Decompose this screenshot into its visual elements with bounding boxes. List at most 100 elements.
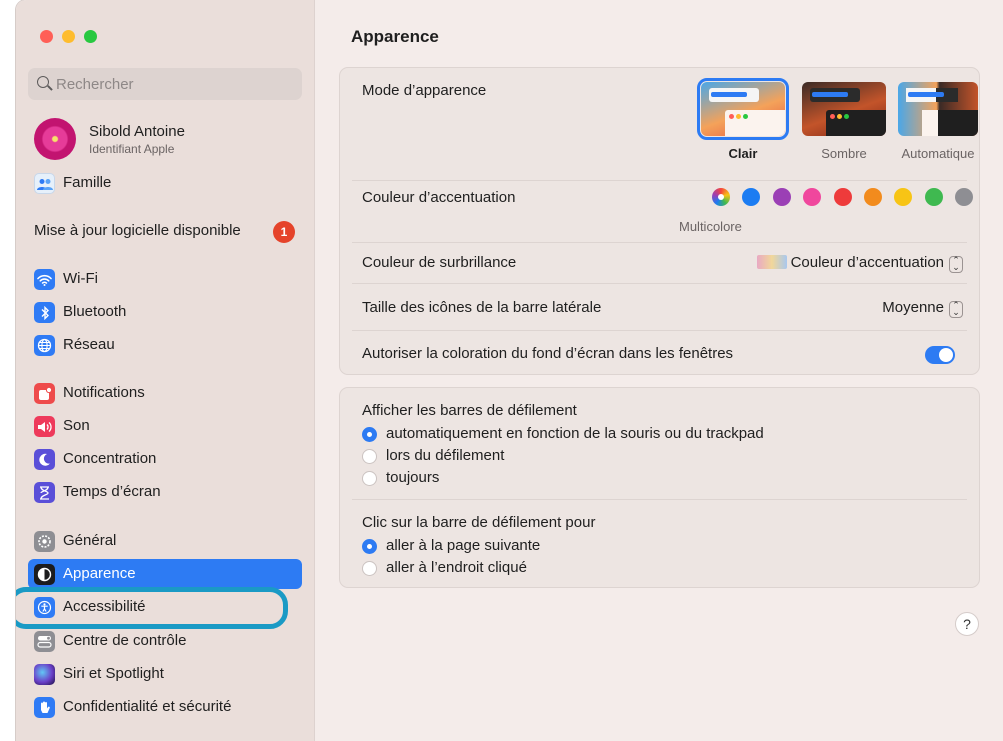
appearance-mode-label: Mode d’apparence [362, 82, 487, 99]
sidebar-item-siri-spotlight[interactable]: Siri et Spotlight [28, 659, 302, 689]
close-window-button[interactable] [40, 30, 53, 43]
network-icon [34, 335, 55, 356]
scrollbars-auto-label[interactable]: automatiquement en fonction de la souris… [386, 425, 764, 442]
sidebar-item-screen-time[interactable]: Temps d’écran [28, 477, 302, 507]
profile-subtitle: Identifiant Apple [89, 142, 175, 156]
scrollbars-when-scrolling-radio[interactable] [362, 449, 377, 464]
search-icon [37, 76, 49, 88]
sidebar-item-label: Wi-Fi [63, 270, 98, 287]
main-pane: Apparence Mode d’apparence Clair Sombre … [315, 0, 1003, 741]
scrollbars-always-label[interactable]: toujours [386, 469, 439, 486]
highlight-color-label: Couleur de surbrillance [362, 254, 517, 271]
sidebar-item-label: Son [63, 417, 90, 434]
bluetooth-icon [34, 302, 55, 323]
sidebar-icon-size-label: Taille des icônes de la barre latérale [362, 299, 602, 316]
appearance-settings-group: Mode d’apparence Clair Sombre Automatiqu… [339, 67, 980, 375]
sidebar-item-family[interactable]: Famille [28, 168, 302, 198]
siri-icon [34, 664, 55, 685]
scrollbars-when-scrolling-label[interactable]: lors du défilement [386, 447, 504, 464]
system-settings-window: Sibold Antoine Identifiant Apple Famille… [16, 0, 1003, 741]
show-scrollbars-row: Afficher les barres de défilement automa… [352, 388, 967, 500]
wifi-icon [34, 269, 55, 290]
appearance-dark-option[interactable] [802, 82, 886, 136]
accent-color-swatch[interactable] [712, 188, 730, 206]
wallpaper-tinting-label: Autoriser la coloration du fond d’écran … [362, 345, 734, 362]
scroll-click-next-page-radio[interactable] [362, 539, 377, 554]
sidebar-item-label: Bluetooth [63, 303, 127, 320]
accessibility-highlight-annotation [16, 587, 288, 629]
appearance-mode-row: Mode d’apparence Clair Sombre Automatiqu… [352, 68, 978, 181]
focus-icon [34, 449, 55, 470]
scrollbars-always-radio[interactable] [362, 471, 377, 486]
highlight-color-row: Couleur de surbrillance Couleur d’accent… [352, 243, 967, 284]
search-input[interactable] [56, 68, 296, 100]
accent-color-swatch[interactable] [742, 188, 761, 206]
wallpaper-tinting-toggle[interactable] [925, 346, 955, 364]
sidebar-item-label: Famille [63, 174, 112, 191]
sidebar-item-label: Temps d’écran [63, 483, 161, 500]
highlight-swatch [756, 255, 787, 269]
sidebar-item-label: Siri et Spotlight [63, 665, 164, 682]
sidebar-item-appearance[interactable]: Apparence [28, 559, 302, 589]
accent-color-swatch[interactable] [772, 188, 791, 206]
accent-color-swatch[interactable] [833, 188, 852, 206]
accent-color-swatch[interactable] [955, 188, 974, 206]
page-title: Apparence [351, 27, 439, 46]
accent-color-swatch[interactable] [864, 188, 882, 206]
accent-color-row: Couleur d’accentuation Multicolore [352, 181, 974, 243]
sidebar-item-general[interactable]: Général [28, 526, 302, 556]
gear-icon [34, 531, 55, 552]
search-field[interactable] [28, 68, 302, 100]
notifications-icon [34, 383, 55, 404]
sidebar-item-notifications[interactable]: Notifications [28, 378, 302, 408]
sidebar-icon-size-value: Moyenne [882, 299, 944, 316]
scroll-click-row: Clic sur la barre de défilement pour all… [352, 500, 967, 588]
family-icon [34, 173, 55, 194]
minimize-window-button[interactable] [62, 30, 75, 43]
accent-color-swatch[interactable] [894, 188, 913, 206]
stepper-chevrons-icon: ⌃ ⌄ [949, 256, 963, 273]
appearance-auto-caption: Automatique [901, 146, 975, 161]
avatar [34, 118, 76, 160]
scroll-click-label: Clic sur la barre de défilement pour [362, 514, 596, 531]
accent-color-swatch[interactable] [924, 188, 943, 206]
help-button[interactable]: ? [955, 612, 979, 636]
scroll-click-next-page-label[interactable]: aller à la page suivante [386, 537, 540, 554]
accent-color-caption: Multicolore [679, 219, 742, 234]
sound-icon [34, 416, 55, 437]
appearance-light-caption: Clair [728, 146, 758, 161]
accent-color-label: Couleur d’accentuation [362, 189, 516, 206]
apple-account-profile[interactable]: Sibold Antoine Identifiant Apple [34, 118, 304, 160]
sidebar-item-control-center[interactable]: Centre de contrôle [28, 626, 302, 656]
scroll-click-spot-label[interactable]: aller à l’endroit cliqué [386, 559, 527, 576]
scroll-click-spot-radio[interactable] [362, 561, 377, 576]
highlight-color-popup[interactable]: Couleur d’accentuation ⌃ ⌄ [756, 254, 963, 273]
hourglass-icon [34, 482, 55, 503]
sidebar-item-bluetooth[interactable]: Bluetooth [28, 297, 302, 327]
appearance-auto-option[interactable] [898, 82, 978, 136]
sidebar-item-label: Notifications [63, 384, 145, 401]
appearance-icon [34, 564, 55, 585]
sidebar-item-label: Réseau [63, 336, 115, 353]
accent-color-swatch[interactable] [803, 188, 822, 206]
sidebar-icon-size-popup[interactable]: Moyenne ⌃ ⌄ [882, 299, 963, 318]
stepper-chevrons-icon: ⌃ ⌄ [949, 301, 963, 318]
zoom-window-button[interactable] [84, 30, 97, 43]
sidebar-item-sound[interactable]: Son [28, 411, 302, 441]
sidebar-item-privacy-security[interactable]: Confidentialité et sécurité [28, 692, 302, 722]
scrollbars-auto-radio[interactable] [362, 427, 377, 442]
sidebar: Sibold Antoine Identifiant Apple Famille… [16, 0, 315, 741]
show-scrollbars-label: Afficher les barres de défilement [362, 402, 577, 419]
update-count-badge: 1 [273, 221, 295, 243]
scrollbar-settings-group: Afficher les barres de défilement automa… [339, 387, 980, 588]
sidebar-item-label: Apparence [63, 565, 136, 582]
sidebar-item-label: Concentration [63, 450, 157, 467]
sidebar-item-focus[interactable]: Concentration [28, 444, 302, 474]
sidebar-item-network[interactable]: Réseau [28, 330, 302, 360]
software-update-label[interactable]: Mise à jour logicielle disponible [34, 222, 241, 239]
sidebar-item-label: Centre de contrôle [63, 632, 187, 649]
sidebar-item-wifi[interactable]: Wi-Fi [28, 264, 302, 294]
wallpaper-tinting-row: Autoriser la coloration du fond d’écran … [352, 331, 967, 375]
appearance-light-option[interactable] [697, 78, 789, 140]
highlight-color-value: Couleur d’accentuation [790, 254, 944, 271]
